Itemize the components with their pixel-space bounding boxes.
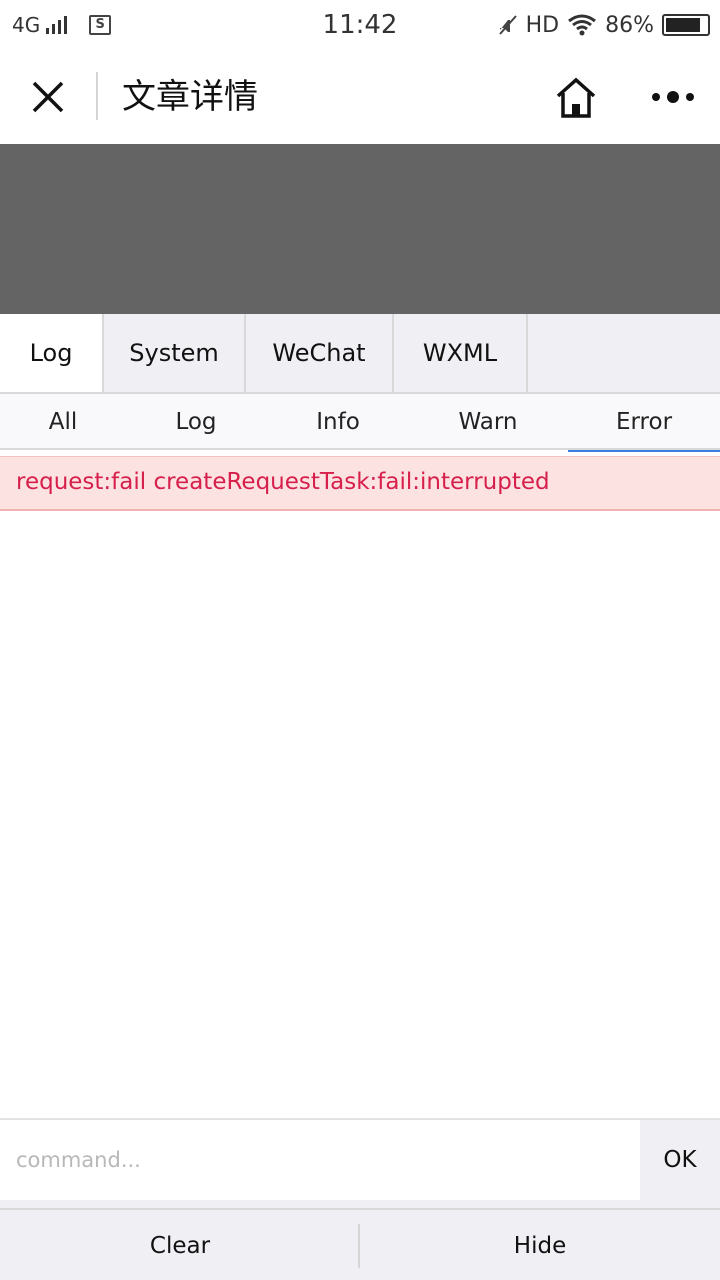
- filter-tab-error[interactable]: Error: [568, 394, 720, 452]
- filter-tab-info-label: Info: [316, 409, 360, 435]
- bottom-toolbar: Clear Hide: [0, 1208, 720, 1280]
- filter-tab-warn[interactable]: Warn: [410, 394, 566, 450]
- page-title: 文章详情: [122, 77, 258, 117]
- hide-button[interactable]: Hide: [360, 1210, 720, 1280]
- filter-tab-log-label: Log: [175, 409, 217, 435]
- mute-icon: [498, 15, 517, 35]
- secondary-tabs: All Log Info Warn Error: [0, 394, 720, 452]
- tab-wechat-label: WeChat: [272, 339, 366, 367]
- filter-tab-error-label: Error: [615, 409, 673, 435]
- status-bar: 4G S 11:42 HD 86%: [0, 0, 720, 50]
- filter-tab-warn-label: Warn: [458, 409, 518, 435]
- hd-indicator: HD: [525, 12, 560, 38]
- more-icon[interactable]: [648, 80, 698, 114]
- tab-log[interactable]: Log: [0, 314, 104, 392]
- filter-tab-info[interactable]: Info: [266, 394, 410, 450]
- log-entry-text: request:fail createRequestTask:fail:inte…: [16, 469, 550, 495]
- battery-fill: [666, 18, 701, 32]
- wifi-icon: [568, 14, 597, 36]
- close-icon[interactable]: [26, 75, 70, 119]
- tab-wxml[interactable]: WXML: [394, 314, 528, 392]
- status-right: HD 86%: [496, 10, 710, 40]
- filter-tab-all-label: All: [48, 409, 78, 435]
- battery-percent: 86%: [605, 12, 654, 38]
- tab-wechat[interactable]: WeChat: [246, 314, 394, 392]
- filter-tab-log[interactable]: Log: [126, 394, 266, 450]
- content-placeholder: [0, 144, 720, 314]
- filter-tab-all[interactable]: All: [0, 394, 126, 450]
- clear-button[interactable]: Clear: [0, 1210, 360, 1280]
- log-entry-error: request:fail createRequestTask:fail:inte…: [0, 456, 720, 511]
- primary-tabs: Log System WeChat WXML: [0, 314, 720, 394]
- home-icon[interactable]: [552, 74, 600, 122]
- battery-icon: [662, 14, 710, 36]
- command-input[interactable]: [0, 1120, 640, 1200]
- nav-bar: 文章详情: [0, 50, 720, 144]
- tab-wxml-label: WXML: [422, 339, 498, 367]
- tab-log-label: Log: [29, 339, 73, 367]
- command-bar: OK: [0, 1118, 720, 1208]
- tab-system-label: System: [129, 339, 219, 367]
- tab-system[interactable]: System: [104, 314, 246, 392]
- nav-divider: [96, 72, 98, 120]
- ok-button[interactable]: OK: [640, 1120, 720, 1200]
